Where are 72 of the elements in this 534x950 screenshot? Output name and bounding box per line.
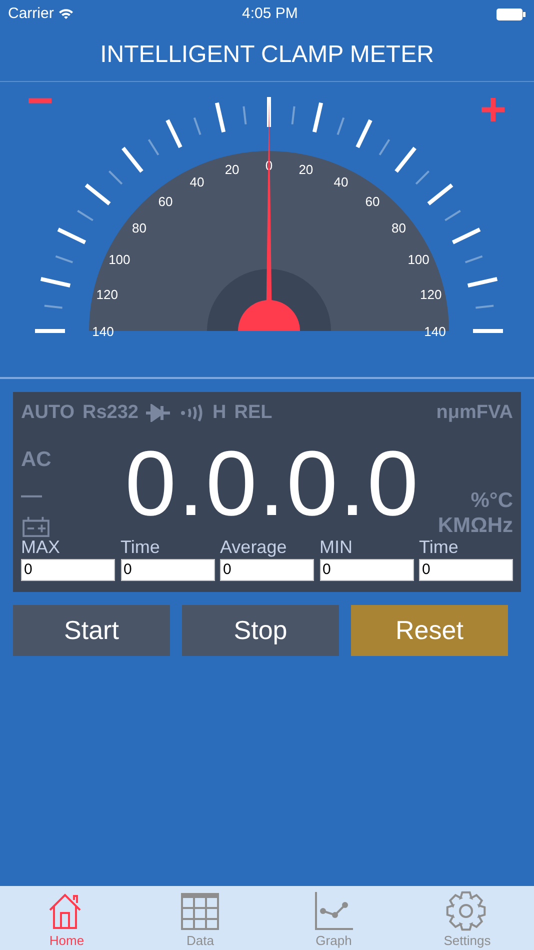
app-title: INTELLIGENT CLAMP METER bbox=[100, 40, 434, 70]
stat-label: Time bbox=[419, 538, 460, 558]
stat-field[interactable]: 0 bbox=[220, 559, 314, 582]
scale-label: 120 bbox=[96, 287, 118, 302]
major-tick bbox=[312, 102, 324, 133]
indicator-label: AUTO bbox=[21, 400, 74, 425]
major-tick bbox=[40, 276, 71, 288]
major-tick bbox=[467, 276, 498, 288]
scale-label: 140 bbox=[424, 324, 446, 339]
minor-tick bbox=[44, 304, 62, 309]
reading-value: 0.0.0.0 bbox=[125, 438, 420, 530]
minor-tick bbox=[444, 210, 461, 222]
minor-tick bbox=[336, 117, 345, 135]
minor-tick bbox=[108, 170, 123, 185]
stat-label: Time bbox=[120, 538, 161, 558]
minor-tick bbox=[55, 255, 73, 264]
minor-tick bbox=[291, 106, 296, 124]
indicator-label: — bbox=[21, 482, 42, 508]
major-tick bbox=[452, 228, 481, 244]
minor-tick bbox=[378, 139, 390, 156]
minor-tick bbox=[148, 139, 160, 156]
action-button[interactable]: Start bbox=[13, 605, 170, 656]
wifi-icon bbox=[58, 8, 74, 20]
indicator-label: %°C bbox=[470, 488, 513, 513]
settings-icon bbox=[446, 891, 488, 934]
stat-label: MIN bbox=[320, 538, 354, 558]
major-tick bbox=[214, 102, 226, 133]
stat-label: MAX bbox=[21, 538, 62, 558]
indicator-label: REL bbox=[234, 400, 272, 425]
major-tick bbox=[122, 146, 144, 173]
major-tick bbox=[356, 119, 372, 148]
scale-label: 100 bbox=[108, 252, 130, 267]
scale-label: 40 bbox=[334, 174, 348, 190]
scale-label: 120 bbox=[420, 287, 442, 302]
minor-tick bbox=[77, 210, 94, 222]
minor-tick bbox=[465, 255, 483, 264]
major-tick bbox=[427, 184, 454, 206]
scale-label: 40 bbox=[190, 174, 204, 190]
needle-hub bbox=[238, 300, 300, 331]
carrier-label: Carrier bbox=[8, 4, 54, 24]
minor-tick bbox=[415, 170, 430, 185]
minor-tick bbox=[193, 117, 202, 135]
minor-tick bbox=[242, 106, 247, 124]
indicator-label: Rs232 bbox=[82, 400, 138, 425]
scale-label: 60 bbox=[158, 194, 173, 210]
major-tick bbox=[57, 228, 86, 244]
scale-label: 80 bbox=[132, 220, 146, 236]
scale-label: 80 bbox=[392, 220, 406, 236]
indicator-label: H bbox=[212, 400, 226, 425]
indicator-label: KMΩHz bbox=[438, 512, 513, 538]
stat-field[interactable]: 0 bbox=[120, 559, 214, 582]
major-tick bbox=[166, 119, 182, 148]
scale-label: 60 bbox=[365, 194, 380, 210]
action-button[interactable]: Stop bbox=[182, 605, 339, 656]
stat-field[interactable]: 0 bbox=[21, 559, 115, 582]
scale-label: 140 bbox=[92, 324, 114, 339]
battery-icon bbox=[496, 8, 526, 20]
indicator-label: nμmFVA bbox=[436, 402, 513, 423]
major-tick bbox=[394, 146, 416, 173]
major-tick bbox=[473, 329, 503, 333]
scale-label: 20 bbox=[298, 162, 314, 178]
minor-tick bbox=[476, 304, 494, 309]
stat-field[interactable]: 0 bbox=[320, 559, 414, 582]
stat-label: Average bbox=[220, 538, 288, 558]
major-tick bbox=[84, 184, 111, 206]
stat-field[interactable]: 0 bbox=[419, 559, 513, 582]
time-label: 4:05 PM bbox=[242, 4, 298, 24]
major-tick bbox=[267, 97, 271, 127]
major-tick bbox=[35, 329, 65, 333]
scale-label: 100 bbox=[408, 252, 430, 267]
indicator-label: AC bbox=[21, 447, 52, 473]
scale-label: 20 bbox=[224, 162, 240, 178]
